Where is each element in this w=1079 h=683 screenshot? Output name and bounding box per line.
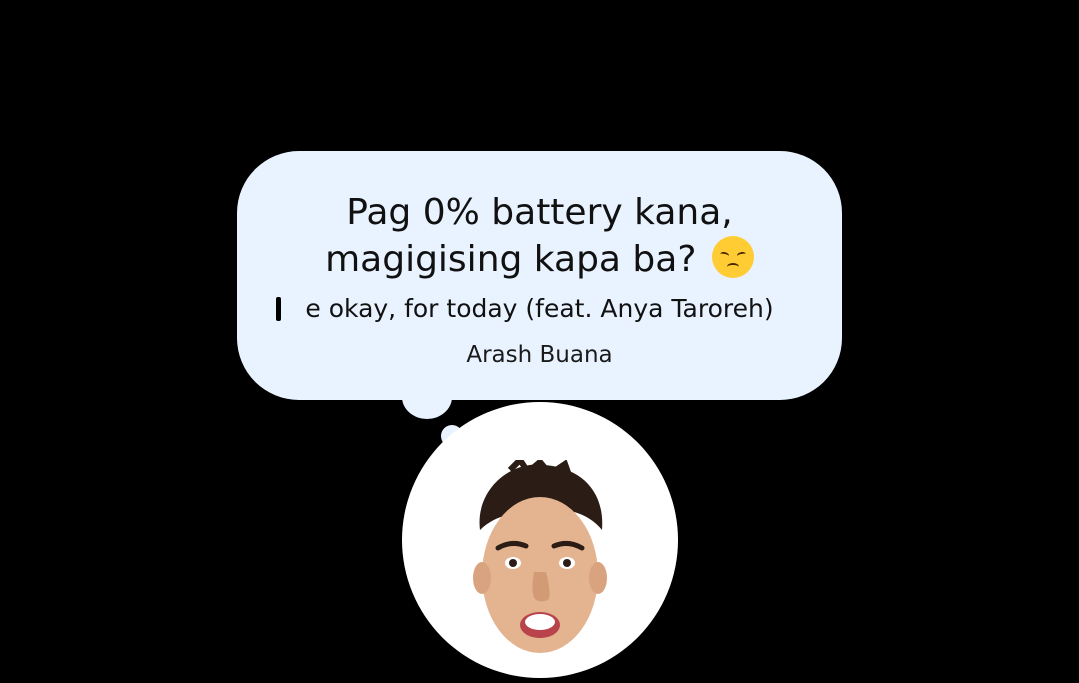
note-line-2-text: magigising kapa ba? bbox=[325, 239, 697, 280]
note-line-2: magigising kapa ba? bbox=[237, 236, 842, 283]
avatar-face-illustration bbox=[473, 460, 607, 653]
note-line-1: Pag 0% battery kana, bbox=[346, 192, 733, 233]
note-text: Pag 0% battery kana, magigising kapa ba? bbox=[237, 190, 842, 283]
song-artist: Arash Buana bbox=[466, 342, 613, 368]
profile-avatar[interactable] bbox=[402, 402, 678, 678]
song-title[interactable]: e okay, for today (feat. Anya Taroreh) bbox=[237, 293, 842, 325]
note-bubble-tail bbox=[402, 375, 452, 419]
disappointed-face-icon bbox=[711, 236, 754, 278]
notes-screen: Pag 0% battery kana, magigising kapa ba?… bbox=[0, 0, 1079, 683]
